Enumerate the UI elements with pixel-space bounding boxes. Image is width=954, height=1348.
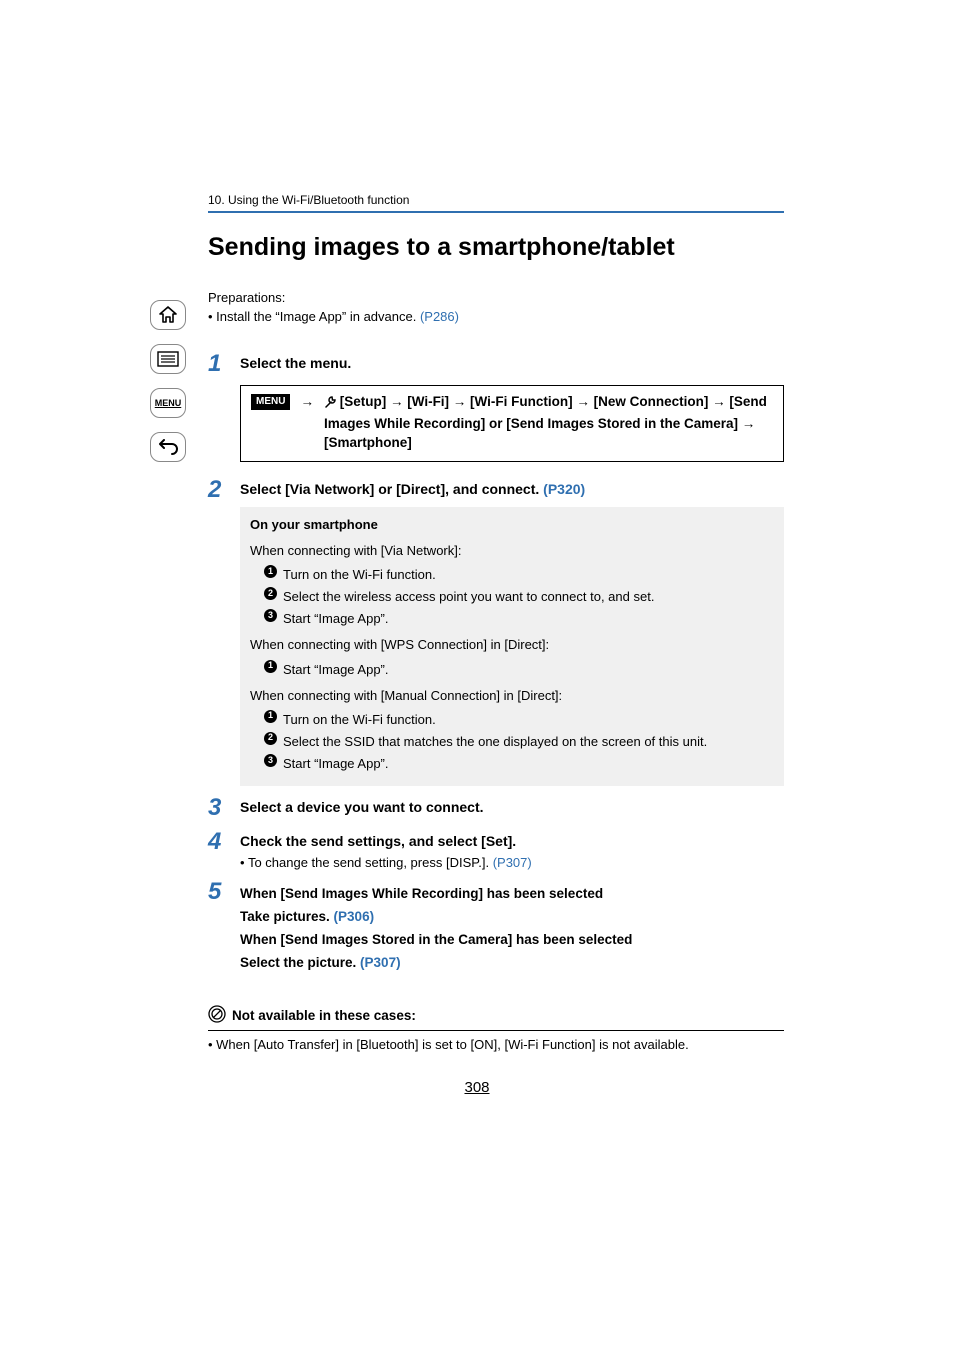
toc-icon[interactable]: [150, 344, 186, 374]
menu-nav-button[interactable]: MENU: [150, 388, 186, 418]
circled-1-icon: 1: [264, 660, 277, 673]
gb-grp1-list: 1 Turn on the Wi-Fi function. 2 Select the…: [250, 565, 774, 629]
gb-grp2-label: When connecting with [WPS Connection] in…: [250, 635, 774, 655]
circled-3-icon: 3: [264, 609, 277, 622]
step-2-link[interactable]: (P320): [543, 481, 585, 497]
circled-1-icon: 1: [264, 710, 277, 723]
step-4-sub: To change the send setting, press [DISP.…: [240, 855, 784, 870]
preparations-label: Preparations:: [208, 290, 784, 305]
prep-text: • Install the “Image App” in advance.: [208, 309, 420, 324]
list-item: Turn on the Wi-Fi function.: [283, 710, 436, 730]
gb-grp2-list: 1 Start “Image App”.: [250, 660, 774, 680]
step-5-line1: When [Send Images While Recording] has b…: [240, 883, 784, 906]
step-3: 3 Select a device you want to connect.: [208, 796, 784, 820]
list-item: Start “Image App”.: [283, 754, 389, 774]
step-4-title: Check the send settings, and select [Set…: [240, 833, 784, 849]
list-item: Select the wireless access point you wan…: [283, 587, 654, 607]
page-title: Sending images to a smartphone/tablet: [208, 233, 784, 262]
smartphone-instructions-box: On your smartphone When connecting with …: [240, 507, 784, 787]
content-area: 10. Using the Wi-Fi/Bluetooth function S…: [208, 193, 784, 1052]
not-available-header: Not available in these cases:: [208, 1005, 784, 1031]
step-number: 1: [208, 352, 240, 376]
arrow-icon: →: [298, 392, 316, 412]
chapter-divider: [208, 211, 784, 213]
list-item: Start “Image App”.: [283, 660, 389, 680]
step-5-line4-link[interactable]: (P307): [360, 955, 401, 970]
menu-path-box: MENU → [Setup] → [Wi-Fi] → [Wi-Fi Functi…: [240, 385, 784, 462]
chapter-label: 10. Using the Wi-Fi/Bluetooth function: [208, 193, 784, 207]
menu-path-text: [Setup] → [Wi-Fi] → [Wi-Fi Function] → […: [324, 392, 773, 453]
gb-grp3-label: When connecting with [Manual Connection]…: [250, 686, 774, 706]
step-5: 5 When [Send Images While Recording] has…: [208, 880, 784, 975]
back-icon[interactable]: [150, 432, 186, 462]
wrench-icon: [324, 394, 336, 414]
prep-link[interactable]: (P286): [420, 309, 459, 324]
step-2: 2 Select [Via Network] or [Direct], and …: [208, 478, 784, 787]
step-number: 5: [208, 880, 240, 904]
preparations-item: • Install the “Image App” in advance. (P…: [208, 309, 784, 324]
step-2-title-text: Select [Via Network] or [Direct], and co…: [240, 481, 543, 497]
gb-heading: On your smartphone: [250, 515, 774, 535]
gb-grp1-label: When connecting with [Via Network]:: [250, 541, 774, 561]
prohibit-icon: [208, 1005, 226, 1026]
sidebar-nav: MENU: [148, 300, 188, 462]
step-3-title: Select a device you want to connect.: [240, 799, 784, 815]
page-number[interactable]: 308: [0, 1079, 954, 1096]
step-4-sub-text: To change the send setting, press [DISP.…: [240, 855, 493, 870]
circled-3-icon: 3: [264, 754, 277, 767]
menu-nav-label: MENU: [155, 398, 182, 408]
step-number: 4: [208, 830, 240, 854]
step-number: 2: [208, 478, 240, 502]
menu-badge-icon: MENU: [251, 394, 290, 410]
list-item: Select the SSID that matches the one dis…: [283, 732, 707, 752]
circled-2-icon: 2: [264, 587, 277, 600]
step-2-title: Select [Via Network] or [Direct], and co…: [240, 481, 784, 497]
step-5-line2-link[interactable]: (P306): [334, 909, 375, 924]
step-5-line4: Select the picture. (P307): [240, 952, 784, 975]
step-5-line3: When [Send Images Stored in the Camera] …: [240, 929, 784, 952]
step-number: 3: [208, 796, 240, 820]
gb-grp3-list: 1 Turn on the Wi-Fi function. 2 Select the…: [250, 710, 774, 774]
circled-2-icon: 2: [264, 732, 277, 745]
step-4-sub-link[interactable]: (P307): [493, 855, 532, 870]
home-icon[interactable]: [150, 300, 186, 330]
step-5-line2-text: Take pictures.: [240, 909, 334, 924]
not-available-body: • When [Auto Transfer] in [Bluetooth] is…: [208, 1037, 784, 1052]
circled-1-icon: 1: [264, 565, 277, 578]
not-available-section: Not available in these cases: • When [Au…: [208, 1005, 784, 1052]
step-1-title: Select the menu.: [240, 355, 784, 371]
step-5-line4-text: Select the picture.: [240, 955, 360, 970]
step-4: 4 Check the send settings, and select [S…: [208, 830, 784, 870]
menu-path-line: [Setup] → [Wi-Fi] → [Wi-Fi Function] → […: [324, 394, 767, 450]
step-1: 1 Select the menu. MENU → [Setup] → [Wi-…: [208, 352, 784, 468]
list-item: Turn on the Wi-Fi function.: [283, 565, 436, 585]
not-available-heading: Not available in these cases:: [232, 1008, 416, 1023]
list-item: Start “Image App”.: [283, 609, 389, 629]
step-5-line2: Take pictures. (P306): [240, 906, 784, 929]
